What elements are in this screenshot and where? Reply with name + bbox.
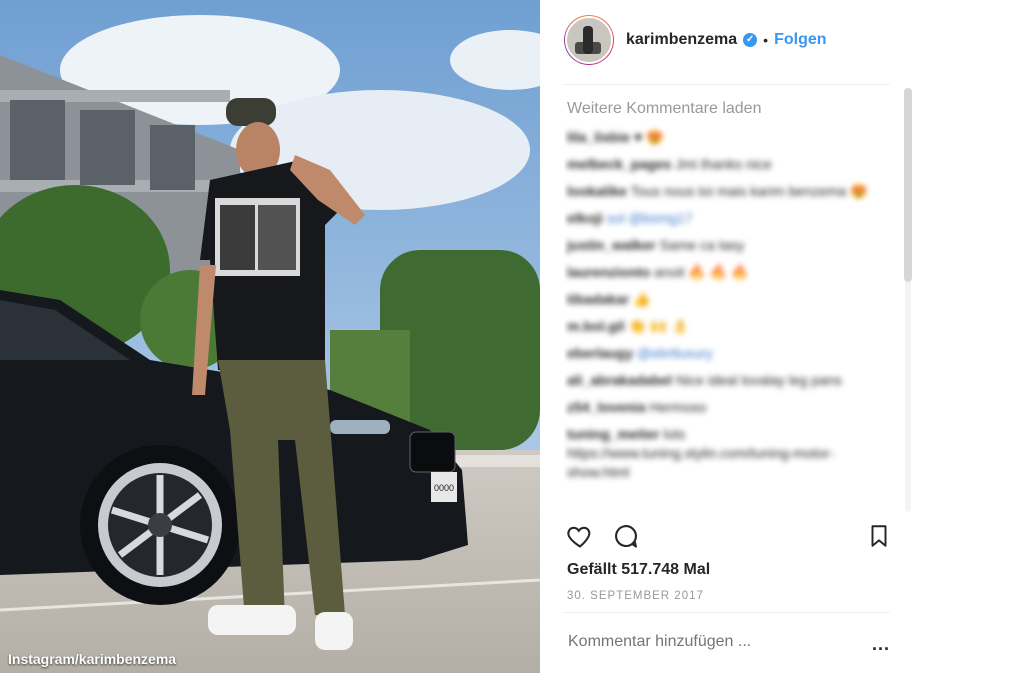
post-photo-illustration: 0000 (0, 0, 540, 673)
comment-username[interactable]: m.bol.gil (567, 318, 625, 334)
comment-bubble-icon[interactable] (612, 522, 640, 555)
comment-username[interactable]: lila_lisbie (567, 129, 630, 145)
comment-text: Tous nous toi mais karim benzema 😍 (630, 183, 868, 199)
post-photo[interactable]: 0000 Instagram/karimbenzema (0, 0, 540, 673)
comment-text: Same ca tasy (659, 237, 745, 253)
comment-username[interactable]: tuning_meiter (567, 426, 660, 442)
separator-dot: • (763, 32, 769, 48)
post-actions (564, 522, 892, 552)
avatar-story-ring[interactable] (564, 15, 614, 65)
comment-username[interactable]: laurenzionto (567, 264, 650, 280)
heart-icon[interactable] (566, 522, 594, 555)
comment-divider (564, 612, 890, 613)
username-link[interactable]: karimbenzema (626, 31, 737, 49)
comment-item: lookalike Tous nous toi mais karim benze… (567, 182, 884, 201)
load-more-comments-link[interactable]: Weitere Kommentare laden (567, 100, 884, 118)
comment-username[interactable]: lookalike (567, 183, 627, 199)
comment-item: justin_walker Same ca tasy (567, 236, 884, 255)
comment-username[interactable]: ali_abrakadabel (567, 372, 672, 388)
comment-item: eberlaugy @ebrtluxury (567, 344, 884, 363)
comment-item: laurenzionto anoit 🔥 🔥 🔥 (567, 263, 884, 282)
post-sidebar: karimbenzema ✓ • Folgen Weitere Kommenta… (540, 0, 1010, 673)
license-plate-text: 0000 (434, 483, 454, 493)
comment-text: anoit 🔥 🔥 🔥 (654, 264, 749, 280)
comment-text: Jmi thanks nice (675, 156, 772, 172)
follow-button[interactable]: Folgen (774, 31, 826, 49)
comments-scrollbar-thumb[interactable] (904, 88, 912, 282)
comment-username[interactable]: melbeck_pages (567, 156, 671, 172)
comment-username[interactable]: eberlaugy (567, 345, 633, 361)
bookmark-icon[interactable] (866, 522, 892, 555)
avatar-figure-body (583, 26, 593, 54)
comment-text: 👏 🙌 👌 (628, 318, 689, 334)
verified-badge-icon: ✓ (743, 33, 758, 47)
comment-username[interactable]: z54_lovenia (567, 399, 646, 415)
comment-username[interactable]: justin_walker (567, 237, 656, 253)
comments-list[interactable]: Weitere Kommentare laden lila_lisbie ♥ 😍… (564, 98, 884, 510)
comment-text: Nice ideal lovalay leg pans (675, 372, 842, 388)
comment-item: lila_lisbie ♥ 😍 (567, 128, 884, 147)
photo-credit: Instagram/karimbenzema (8, 651, 177, 667)
comment-item: tibadakar 👍 (567, 290, 884, 309)
comment-text: ♥ 😍 (633, 129, 664, 145)
post-header: karimbenzema ✓ • Folgen (564, 12, 827, 68)
comment-item: ali_abrakadabel Nice ideal lovalay leg p… (567, 371, 884, 390)
comment-item: tuning_meiter lots https://www.tuning.st… (567, 425, 884, 482)
avatar[interactable] (565, 16, 613, 64)
likes-count[interactable]: Gefällt 517.748 Mal (567, 561, 710, 579)
comment-item: z54_lovenia Hermoso (567, 398, 884, 417)
comment-item: elkoji sol @bsmg17 (567, 209, 884, 228)
comment-text: 👍 (633, 291, 651, 307)
instagram-post: 0000 Instagram/karimbenzema karimbenzema… (0, 0, 1010, 673)
comment-text[interactable]: @ebrtluxury (637, 345, 713, 361)
header-divider (564, 84, 890, 85)
comment-username[interactable]: elkoji (567, 210, 603, 226)
add-comment-input[interactable] (568, 633, 848, 651)
post-date: 30. SEPTEMBER 2017 (567, 590, 704, 602)
more-options-button[interactable]: ... (872, 634, 890, 655)
comment-item: m.bol.gil 👏 🙌 👌 (567, 317, 884, 336)
comment-item: melbeck_pages Jmi thanks nice (567, 155, 884, 174)
comment-text[interactable]: sol @bsmg17 (607, 210, 693, 226)
comment-text: Hermoso (649, 399, 707, 415)
comment-username[interactable]: tibadakar (567, 291, 629, 307)
